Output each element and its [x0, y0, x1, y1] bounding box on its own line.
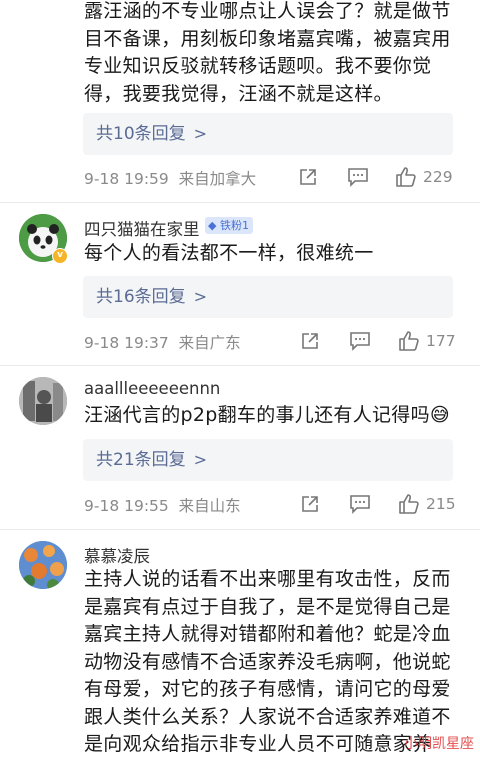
watermark: 小明凯星座 [404, 736, 474, 752]
divider [0, 202, 480, 203]
comment-meta-text: 9-18 19:37 来自广东 [84, 331, 241, 353]
share-icon [302, 333, 318, 349]
comment-text-line: 每个人的看法都不一样，很难统一 [84, 242, 374, 264]
reply-count-label: 共10条回复 [96, 124, 186, 144]
comment-text-line: 汪涵代言的p2p翻车的事儿还有人记得吗 [84, 404, 430, 426]
comment-source: 来自广东 [178, 334, 241, 352]
thumbs-up-icon [399, 494, 419, 514]
comment-meta: 9-18 19:55 来自山东 215 [84, 492, 456, 516]
divider [0, 529, 480, 530]
thumbs-up-icon [399, 331, 419, 351]
like-button[interactable]: 215 [398, 492, 456, 516]
comment-text-line: 目不备课，用刻板印象堵嘉宾嘴，被嘉宾用 [84, 27, 451, 50]
divider [0, 365, 480, 366]
comment-source: 来自山东 [178, 497, 241, 515]
comment-text-line: 是嘉宾有点过于自我了，是不是觉得自己是 [84, 595, 451, 618]
comment-button[interactable] [349, 329, 371, 353]
reply-count-label: 共16条回复 [96, 287, 186, 307]
comment-icon [350, 332, 370, 351]
avatar[interactable] [19, 377, 67, 425]
fan-badge: ◆ 铁粉1 [205, 217, 253, 234]
comment-text-line: 动物没有感情不合适家养没毛病啊，他说蛇 [84, 650, 451, 673]
thumbs-up-icon [396, 167, 416, 187]
chevron-right-icon: > [193, 450, 208, 469]
comment-text-line: 露汪涵的不专业哪点让人误会了？就是做节 [84, 0, 451, 22]
comment-text: 每个人的看法都不一样，很难统一 [84, 240, 464, 268]
like-count: 215 [426, 495, 456, 513]
comment-text-line: 主持人说的话看不出来哪里有攻击性，反而 [84, 568, 451, 590]
comment-meta-text: 9-18 19:55 来自山东 [84, 494, 241, 516]
comment-text: 露汪涵的不专业哪点让人误会了？就是做节 目不备课，用刻板印象堵嘉宾嘴，被嘉宾用 … [84, 0, 464, 108]
sweat-smile-emoji-icon: 😅 [429, 404, 451, 426]
username[interactable]: aaallleeeeeennn [84, 379, 220, 398]
share-icon [300, 169, 316, 185]
avatar[interactable] [19, 541, 67, 589]
comment-time: 9-18 19:37 [84, 334, 169, 352]
flowers-avatar-icon [19, 541, 67, 589]
comment-text-line: 得，我要我觉得，汪涵不就是这样。 [84, 82, 393, 105]
comment-time: 9-18 19:55 [84, 497, 169, 515]
share-button[interactable] [298, 165, 318, 189]
view-replies-button[interactable]: 共16条回复 > [83, 276, 453, 318]
like-button[interactable]: 229 [395, 165, 453, 189]
comment-icon [350, 495, 370, 514]
share-button[interactable] [300, 329, 320, 353]
like-count: 229 [423, 168, 453, 186]
verified-badge-icon: v [52, 248, 68, 264]
photo-avatar-icon [19, 377, 67, 425]
reply-count-label: 共21条回复 [96, 450, 186, 470]
comment-meta: 9-18 19:37 来自广东 177 [84, 329, 456, 353]
comment-icon [348, 168, 368, 187]
comment-meta: 9-18 19:59 来自加拿大 229 [84, 165, 454, 189]
comment-text-line: 跟人类什么关系？人家说不合适家养难道不 [84, 705, 451, 728]
chevron-right-icon: > [193, 124, 208, 143]
diamond-icon: ◆ [208, 219, 217, 232]
like-count: 177 [426, 332, 456, 350]
comment-text-line: 嘉宾主持人就得对错都附和着他？蛇是冷血 [84, 623, 451, 645]
comment-source: 来自加拿大 [178, 170, 257, 188]
view-replies-button[interactable]: 共10条回复 > [83, 113, 453, 155]
comment-meta-text: 9-18 19:59 来自加拿大 [84, 167, 256, 189]
comment-text: 汪涵代言的p2p翻车的事儿还有人记得吗😅 [84, 402, 474, 430]
username[interactable]: 四只猫猫在家里 [84, 216, 200, 240]
comment-text-line: 专业知识反驳就转移话题呗。我不要你觉 [84, 55, 432, 77]
username[interactable]: 慕慕凌辰 [84, 543, 150, 567]
share-button[interactable] [300, 492, 320, 516]
chevron-right-icon: > [193, 287, 208, 306]
comment-button[interactable] [349, 492, 371, 516]
like-button[interactable]: 177 [398, 329, 456, 353]
comment-text-line: 有母爱，对它的孩子有感情，请问它的母爱 [84, 678, 451, 700]
fan-badge-label: 铁粉1 [219, 219, 249, 232]
share-icon [302, 496, 318, 512]
view-replies-button[interactable]: 共21条回复 > [83, 439, 453, 481]
comment-button[interactable] [347, 165, 369, 189]
comment-time: 9-18 19:59 [84, 170, 169, 188]
comment-text: 主持人说的话看不出来哪里有攻击性，反而 是嘉宾有点过于自我了，是不是觉得自己是 … [84, 566, 474, 757]
